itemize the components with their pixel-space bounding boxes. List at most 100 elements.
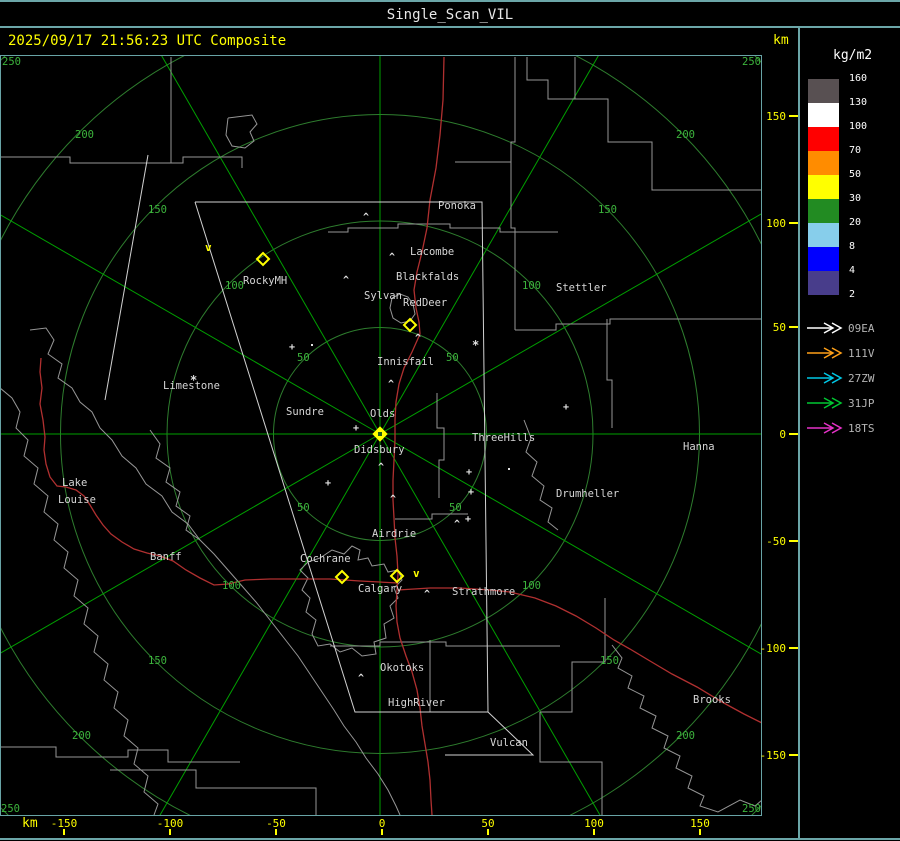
radar-id-label: 31JP <box>848 397 875 410</box>
city-label: Olds <box>370 408 395 420</box>
right-axis-tick <box>789 222 798 224</box>
right-axis-tick-label: -100 <box>759 642 787 655</box>
ring-distance-label: 150 <box>600 655 619 667</box>
radial-line-150 <box>379 433 601 815</box>
city-label: RedDeer <box>403 297 447 309</box>
county-boundary <box>1 746 240 763</box>
city-label: Stettler <box>556 282 607 294</box>
right-axis-tick <box>789 115 798 117</box>
bottom-axis-tick <box>169 829 171 835</box>
ring-distance-label: 100 <box>522 580 541 592</box>
bottom-axis-tick <box>699 829 701 835</box>
map-frame: 50 50 50 50 100 100 100 100 150 150 150 150 200 200 20… <box>0 55 762 816</box>
town-caret: ^ <box>424 589 430 600</box>
title-bar: Single_Scan_VIL <box>0 0 900 28</box>
radar-site-marker <box>334 569 350 585</box>
city-label: Limestone <box>163 380 220 392</box>
ring-distance-label: 250 <box>2 56 21 68</box>
right-axis-tick <box>789 540 798 542</box>
legend-swatch <box>808 271 839 295</box>
city-label: Banff <box>150 551 182 563</box>
radial-line-120 <box>379 433 761 655</box>
bottom-border <box>0 838 900 840</box>
radar-arrow-icon <box>807 322 843 334</box>
city-label: Lacombe <box>410 246 454 258</box>
legend-scale-value: 100 <box>849 121 868 132</box>
center-radar-site-core <box>378 432 382 436</box>
highway-line <box>39 357 399 586</box>
county-boundary <box>225 114 258 149</box>
ring-distance-label: 50 <box>449 502 462 514</box>
ring-distance-label: 100 <box>225 280 244 292</box>
radar-arrow-icon <box>807 347 843 359</box>
county-boundary <box>540 598 606 713</box>
city-label: Louise <box>58 494 96 506</box>
town-caret: ^ <box>389 252 395 263</box>
right-axis-tick <box>789 433 798 435</box>
right-axis-unit: km <box>773 33 789 48</box>
legend-scale-value: 70 <box>849 145 862 156</box>
right-axis-tick-label: 0 <box>779 428 786 441</box>
radar-id-label: 27ZW <box>848 372 875 385</box>
bottom-axis-tick <box>63 829 65 835</box>
town-plus: + <box>466 467 472 478</box>
right-axis-tick-label: 100 <box>766 217 786 230</box>
right-axis-tick <box>789 326 798 328</box>
ring-distance-label: 250 <box>742 803 761 815</box>
ring-distance-label: 200 <box>75 129 94 141</box>
ring-distance-label: 100 <box>222 580 241 592</box>
scan-boundary <box>104 154 149 401</box>
city-label: Brooks <box>693 694 731 706</box>
city-label: Okotoks <box>380 662 424 674</box>
city-label: RockyMH <box>243 275 287 287</box>
city-label: Lake <box>62 477 87 489</box>
town-caret: ^ <box>363 212 369 223</box>
legend-swatch <box>808 79 839 103</box>
radar-id-label: 18TS <box>848 422 875 435</box>
ring-distance-label: 250 <box>1 803 20 815</box>
legend-scale-value: 20 <box>849 217 862 228</box>
ring-distance-label: 200 <box>676 129 695 141</box>
town-plus: + <box>353 423 359 434</box>
town-caret: ^ <box>378 462 384 473</box>
right-axis-tick <box>789 647 798 649</box>
window-title: Single_Scan_VIL <box>386 7 514 23</box>
ring-distance-label: 50 <box>297 502 310 514</box>
ring-distance-label: 50 <box>297 352 310 364</box>
county-boundary <box>606 319 613 428</box>
radar-arrow-icon <box>807 422 843 434</box>
city-label: Blackfalds <box>396 271 459 283</box>
county-boundary <box>515 318 761 331</box>
radar-arrow-icon <box>807 397 843 409</box>
radial-line-30 <box>379 56 599 435</box>
site-vee: v <box>205 241 212 254</box>
legend-scale-value: 4 <box>849 265 856 276</box>
radar-id-label: 09EA <box>848 322 875 335</box>
city-label: Ponoka <box>438 200 476 212</box>
ring-distance-label: 100 <box>522 280 541 292</box>
legend-swatch <box>808 223 839 247</box>
city-label: Strathmore <box>452 586 515 598</box>
right-axis-tick-label: -150 <box>759 749 787 762</box>
ring-distance-label: 200 <box>72 730 91 742</box>
radar-viewer-window: Single_Scan_VIL 2025/09/17 21:56:23 UTC … <box>0 0 900 841</box>
city-label: Sundre <box>286 406 324 418</box>
legend-scale-value: 2 <box>849 289 856 300</box>
city-label: Hanna <box>683 441 715 453</box>
ring-distance-label: 200 <box>676 730 695 742</box>
radial-line-330 <box>161 56 381 435</box>
legend-swatch <box>808 151 839 175</box>
map-canvas[interactable]: 50 50 50 50 100 100 100 100 150 150 150 150 200 200 20… <box>1 56 761 815</box>
radial-line-210 <box>159 433 381 815</box>
city-label: Didsbury <box>354 444 405 456</box>
town-caret: ^ <box>343 275 349 286</box>
city-label: HighRiver <box>388 697 445 709</box>
legend-swatch <box>808 103 839 127</box>
county-boundary <box>110 769 317 815</box>
county-boundary <box>526 57 576 100</box>
legend-swatch <box>808 127 839 151</box>
county-boundary <box>611 644 761 813</box>
ring-distance-label: 150 <box>148 204 167 216</box>
city-label: Vulcan <box>490 737 528 749</box>
bottom-axis-tick <box>381 829 383 835</box>
